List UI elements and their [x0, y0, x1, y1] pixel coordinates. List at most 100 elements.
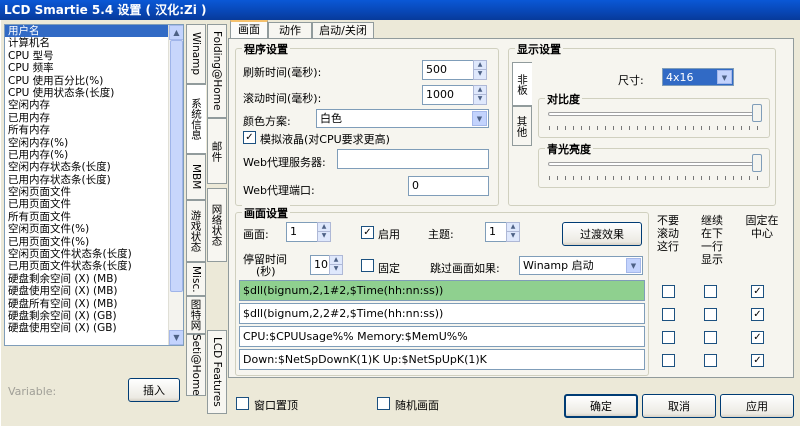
list-item[interactable]: CPU 型号: [5, 50, 168, 62]
list-scrollbar[interactable]: ▲ ▼: [168, 25, 183, 345]
list-item[interactable]: 空闲页面文件状态条(长度): [5, 248, 168, 260]
center-checkbox-line-1[interactable]: ✓: [751, 285, 764, 298]
backlight-label: 青光亮度: [545, 141, 593, 157]
header-line: 继续: [701, 214, 723, 227]
list-item[interactable]: 计算机名: [5, 37, 168, 49]
contrast-slider[interactable]: [752, 104, 762, 122]
list-item[interactable]: CPU 使用状态条(长度): [5, 87, 168, 99]
scroll-time-spinner[interactable]: ▲ ▼: [473, 85, 487, 105]
random-screen-checkbox[interactable]: [377, 397, 390, 410]
list-item[interactable]: 已用页面文件(%): [5, 236, 168, 248]
screen-input[interactable]: 1: [286, 222, 318, 242]
side-tab-left-3[interactable]: 游戏状态: [186, 200, 206, 262]
list-item[interactable]: CPU 使用百分比(%): [5, 75, 168, 87]
list-item[interactable]: 空闲内存(%): [5, 137, 168, 149]
scroll-up-button[interactable]: ▲: [169, 25, 183, 40]
side-tab-left-2[interactable]: MBM: [186, 154, 206, 200]
no-scroll-checkbox-line-1[interactable]: [662, 285, 675, 298]
color-scheme-select[interactable]: 白色 ▼: [316, 109, 489, 128]
screen-line-2-input[interactable]: $dll(bignum,2,2#2,$Time(hh:nn:ss)): [239, 303, 645, 324]
ok-button[interactable]: 确定: [564, 394, 638, 418]
theme-input[interactable]: 1: [485, 222, 507, 242]
list-item[interactable]: CPU 频率: [5, 62, 168, 74]
continue-next-checkbox-line-2[interactable]: [704, 308, 717, 321]
screen-spinner[interactable]: ▲ ▼: [317, 222, 331, 242]
list-item[interactable]: 空闲页面文件(%): [5, 223, 168, 235]
continue-next-checkbox-line-4[interactable]: [704, 354, 717, 367]
center-checkbox-line-3[interactable]: ✓: [751, 331, 764, 344]
side-tab-right-0[interactable]: Folding@Home: [207, 24, 227, 118]
center-checkbox-line-4[interactable]: ✓: [751, 354, 764, 367]
list-item[interactable]: 已用页面文件状态条(长度): [5, 260, 168, 272]
no-scroll-checkbox-line-2[interactable]: [662, 308, 675, 321]
side-tab-left-1[interactable]: 系统信息: [186, 84, 206, 154]
list-item[interactable]: 所有页面文件: [5, 211, 168, 223]
list-item[interactable]: 已用内存(%): [5, 149, 168, 161]
enable-checkbox[interactable]: ✓: [361, 226, 374, 239]
fixed-checkbox[interactable]: [361, 259, 374, 272]
list-item[interactable]: 空闲内存: [5, 99, 168, 111]
screen-line-4-input[interactable]: Down:$NetSpDownK(1)K Up:$NetSpUpK(1)K: [239, 349, 645, 370]
list-item[interactable]: 硬盘所有空间 (X) (MB): [5, 298, 168, 310]
list-item[interactable]: 硬盘剩余空间 (X) (MB): [5, 273, 168, 285]
window-title: LCD Smartie 5.4 设置 ( 汉化:Zi ): [0, 0, 800, 20]
list-item[interactable]: 已用内存: [5, 112, 168, 124]
side-tab-left-4[interactable]: Misc.: [186, 262, 206, 296]
tab-startup-shutdown[interactable]: 启动/关闭: [312, 22, 374, 39]
stay-time-input[interactable]: 10: [310, 255, 330, 275]
no-scroll-checkbox-line-3[interactable]: [662, 331, 675, 344]
list-item[interactable]: 硬盘使用空间 (X) (MB): [5, 285, 168, 297]
refresh-spinner[interactable]: ▲ ▼: [473, 60, 487, 80]
backlight-ticks: [549, 176, 761, 180]
chevron-down-icon[interactable]: ▼: [626, 258, 641, 273]
side-tab-right-1[interactable]: 邮件: [207, 118, 227, 184]
contrast-ticks: [549, 126, 761, 130]
simulate-lcd-checkbox[interactable]: ✓: [243, 131, 256, 144]
display-vtab-1[interactable]: 非板: [512, 62, 532, 106]
list-item[interactable]: 用户名: [5, 25, 168, 38]
header-line: 滚动: [657, 227, 679, 240]
scroll-down-button[interactable]: ▼: [169, 330, 183, 345]
screen-line-3-input[interactable]: CPU:$CPUUsage%% Memory:$MemU%%: [239, 326, 645, 347]
cancel-button[interactable]: 取消: [642, 394, 716, 418]
side-tab-left-6[interactable]: Seti@Home: [186, 334, 206, 396]
list-item[interactable]: 已用内存状态条(长度): [5, 174, 168, 186]
contrast-group: 对比度: [538, 91, 770, 138]
center-checkbox-line-2[interactable]: ✓: [751, 308, 764, 321]
list-item[interactable]: 所有内存: [5, 124, 168, 136]
proxy-server-input[interactable]: [337, 149, 489, 169]
list-item[interactable]: 硬盘使用空间 (X) (GB): [5, 322, 168, 334]
proxy-port-input[interactable]: 0: [408, 176, 489, 196]
transition-effects-button[interactable]: 过渡效果: [562, 222, 642, 246]
side-tab-right-2[interactable]: 网络状态: [207, 188, 227, 262]
side-tab-right-3[interactable]: LCD Features: [207, 330, 227, 414]
list-item[interactable]: 空闲页面文件: [5, 186, 168, 198]
continue-next-checkbox-line-1[interactable]: [704, 285, 717, 298]
side-tab-left-5[interactable]: 图特网: [186, 296, 206, 334]
chevron-down-icon[interactable]: ▼: [472, 111, 487, 126]
tab-action[interactable]: 动作: [268, 22, 312, 39]
continue-next-checkbox-line-3[interactable]: [704, 331, 717, 344]
chevron-down-icon[interactable]: ▼: [717, 70, 732, 84]
program-settings-title: 程序设置: [242, 41, 290, 57]
variables-listbox[interactable]: 用户名 计算机名 CPU 型号 CPU 频率 CPU 使用百分比(%) CPU 使用状态条…: [4, 24, 184, 346]
scroll-time-input[interactable]: 1000: [422, 85, 474, 105]
list-item[interactable]: 空闲内存状态条(长度): [5, 161, 168, 173]
apply-button[interactable]: 应用: [720, 394, 794, 418]
display-vtab-2[interactable]: 其他: [512, 106, 532, 146]
always-on-top-checkbox[interactable]: [236, 397, 249, 410]
lcd-size-select[interactable]: 4x16 ▼: [662, 68, 734, 86]
tab-screen[interactable]: 画面: [230, 20, 268, 40]
insert-button[interactable]: 插入: [128, 378, 180, 402]
screen-line-1-input[interactable]: $dll(bignum,2,1#2,$Time(hh:nn:ss)): [239, 280, 645, 301]
side-tab-left-0[interactable]: Winamp: [186, 24, 206, 84]
list-item[interactable]: 硬盘剩余空间 (X) (GB): [5, 310, 168, 322]
backlight-slider[interactable]: [752, 154, 762, 172]
scroll-thumb[interactable]: [170, 40, 183, 292]
skip-screen-select[interactable]: Winamp 启动 ▼: [519, 256, 643, 275]
no-scroll-checkbox-line-4[interactable]: [662, 354, 675, 367]
theme-spinner[interactable]: ▲ ▼: [506, 222, 520, 242]
stay-time-spinner[interactable]: ▲ ▼: [329, 255, 343, 275]
refresh-input[interactable]: 500: [422, 60, 474, 80]
list-item[interactable]: 已用页面文件: [5, 198, 168, 210]
